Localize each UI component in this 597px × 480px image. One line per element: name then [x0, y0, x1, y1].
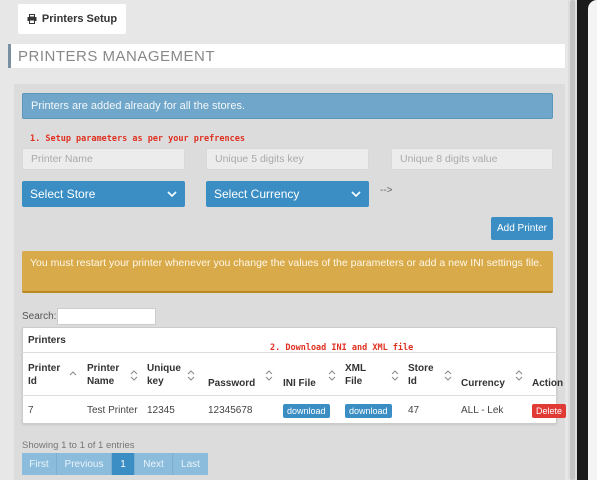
page-1-button[interactable]: 1 [112, 453, 135, 475]
header-printer-id[interactable]: Printer Id [28, 362, 62, 388]
first-page-button[interactable]: First [22, 453, 57, 475]
sort-icon[interactable] [265, 370, 273, 381]
sort-icon[interactable] [187, 370, 195, 381]
cell-unique-key: 12345 [147, 405, 175, 416]
device-screen-edge [588, 0, 597, 480]
unique-key-input[interactable]: Unique 5 digits key [206, 148, 369, 170]
header-ini-file[interactable]: INI File [283, 377, 316, 390]
printers-setup-tab[interactable]: Printers Setup [18, 4, 126, 34]
select-currency-dropdown[interactable]: Select Currency [206, 181, 369, 207]
cell-currency: ALL - Lek [461, 405, 504, 416]
sort-icon[interactable] [444, 370, 452, 381]
cell-password: 12345678 [208, 405, 253, 416]
info-alert: Printers are added already for all the s… [22, 93, 553, 119]
printer-icon [27, 14, 37, 24]
header-store-id[interactable]: Store Id [408, 362, 438, 388]
ini-download-button[interactable]: download [283, 404, 330, 418]
sort-asc-icon[interactable] [69, 370, 77, 381]
header-action: Action [532, 378, 564, 389]
header-password[interactable]: Password [208, 377, 255, 390]
scrollbar-thumb[interactable] [570, 0, 575, 480]
cell-store-id: 47 [408, 405, 420, 416]
sort-icon[interactable] [391, 370, 399, 381]
entries-info: Showing 1 to 1 of 1 entries [22, 440, 135, 451]
chevron-down-icon [167, 191, 177, 197]
header-currency[interactable]: Currency [461, 377, 505, 390]
page-title: PRINTERS MANAGEMENT [8, 44, 565, 68]
pagination: First Previous 1 Next Last [22, 453, 208, 475]
xml-download-button[interactable]: download [345, 404, 392, 418]
sort-icon[interactable] [130, 370, 138, 381]
table-title: Printers [28, 335, 66, 346]
previous-page-button[interactable]: Previous [57, 453, 112, 475]
search-label: Search: [22, 311, 57, 322]
header-row-divider [22, 395, 557, 396]
arrow-text: --> [380, 185, 393, 196]
step1-annotation: 1. Setup parameters as per your prefrenc… [30, 134, 245, 144]
search-input[interactable] [57, 308, 156, 325]
table-divider [22, 352, 557, 353]
select-currency-label: Select Currency [214, 187, 300, 201]
unique-value-input[interactable]: Unique 8 digits value [391, 148, 553, 170]
header-xml-file[interactable]: XML File [345, 362, 371, 388]
add-printer-button[interactable]: Add Printer [491, 217, 553, 240]
printers-setup-tab-label: Printers Setup [41, 13, 118, 25]
header-printer-name[interactable]: Printer Name [87, 362, 123, 388]
select-store-dropdown[interactable]: Select Store [22, 181, 185, 207]
printer-name-input[interactable]: Printer Name [22, 148, 185, 170]
header-unique-key[interactable]: Unique key [147, 362, 183, 388]
select-store-label: Select Store [30, 187, 96, 201]
cell-printer-id: 7 [28, 405, 34, 416]
chevron-down-icon [351, 191, 361, 197]
sort-icon[interactable] [328, 370, 336, 381]
next-page-button[interactable]: Next [135, 453, 173, 475]
sort-icon[interactable] [515, 370, 523, 381]
delete-button[interactable]: Delete [532, 404, 567, 418]
warning-alert: You must restart your printer whenever y… [22, 251, 553, 293]
cell-printer-name: Test Printer [87, 405, 138, 416]
last-page-button[interactable]: Last [173, 453, 208, 475]
